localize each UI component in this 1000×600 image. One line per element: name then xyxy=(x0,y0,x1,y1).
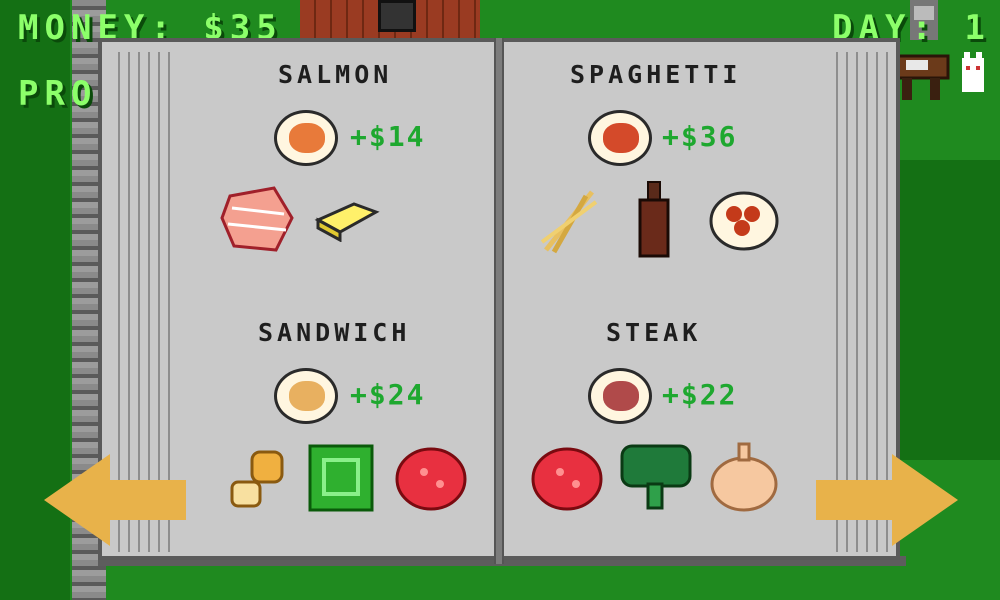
bread-icon xyxy=(230,450,284,508)
spaghetti-dish-icon xyxy=(588,110,652,166)
sandwich-dish-icon xyxy=(274,368,338,424)
lettuce-icon xyxy=(308,444,374,512)
recipe-price-spaghetti: +$36 xyxy=(662,120,738,153)
meatballs-icon xyxy=(709,191,779,251)
recipe-title-salmon: SALMON xyxy=(278,60,393,89)
recipe-book: SALMON +$14 SPAGHETTI +$36 SANDWICH +$24 xyxy=(98,38,906,568)
recipe-title-sandwich: SANDWICH xyxy=(258,318,411,347)
recipe-price-steak: +$22 xyxy=(662,378,738,411)
steak-dish-icon xyxy=(588,368,652,424)
house-window xyxy=(378,0,416,32)
prev-page-button[interactable] xyxy=(40,450,190,550)
next-page-button[interactable] xyxy=(812,450,962,550)
raw-meat-icon xyxy=(395,447,467,511)
wheat-icon xyxy=(540,190,598,254)
recipe-title-spaghetti: SPAGHETTI xyxy=(570,60,742,89)
broccoli-icon xyxy=(620,444,692,510)
raw-meat-icon xyxy=(531,447,603,511)
recipe-price-salmon: +$14 xyxy=(350,120,426,153)
book-spine xyxy=(494,38,504,564)
recipe-title-steak: STEAK xyxy=(606,318,702,347)
sauce-bottle-icon xyxy=(638,181,670,258)
salmon-steak-icon xyxy=(220,186,294,252)
garlic-icon xyxy=(710,442,778,512)
recipe-price-sandwich: +$24 xyxy=(350,378,426,411)
progress-display: PRO xyxy=(18,74,98,114)
butter-icon xyxy=(314,202,380,242)
salmon-dish-icon xyxy=(274,110,338,166)
